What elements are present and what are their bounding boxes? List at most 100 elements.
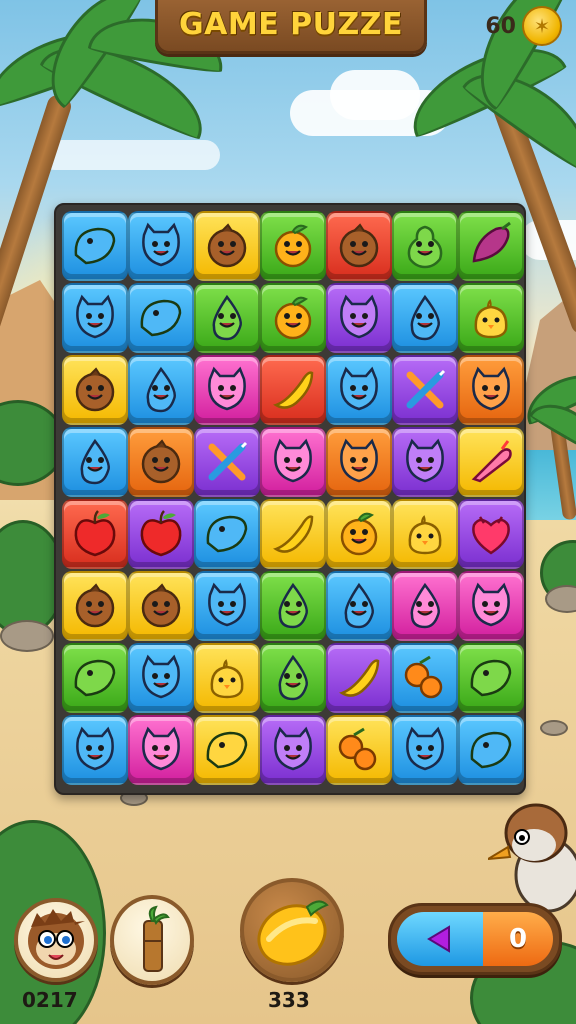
tile-drop[interactable] (260, 643, 326, 713)
tile-chick[interactable] (458, 283, 524, 353)
tile-coconut[interactable] (128, 571, 194, 641)
tile-cat[interactable] (326, 427, 392, 497)
tile-cat[interactable] (62, 283, 128, 353)
tile-cat[interactable] (194, 571, 260, 641)
tile-cat[interactable] (326, 355, 392, 425)
tile-drop[interactable] (128, 355, 194, 425)
tile-drop[interactable] (260, 571, 326, 641)
tile-leaf[interactable] (194, 499, 260, 569)
tile-fruitbranch[interactable] (326, 715, 392, 785)
cat-icon (340, 438, 378, 483)
tile-pear[interactable] (392, 211, 458, 281)
tile-drop[interactable] (392, 571, 458, 641)
tile-cat[interactable] (194, 355, 260, 425)
switch-value[interactable]: 0 (483, 912, 553, 966)
tile-cross[interactable] (392, 355, 458, 425)
game-board (54, 203, 526, 795)
cat-icon (142, 222, 180, 267)
direction-toggle[interactable]: 0 (388, 903, 562, 975)
tile-leaf[interactable] (458, 715, 524, 785)
cat-icon (340, 366, 378, 411)
tile-popsicle[interactable] (458, 427, 524, 497)
tile-cat[interactable] (326, 283, 392, 353)
banana-icon (273, 515, 314, 553)
cloud (330, 70, 420, 120)
tile-coconut[interactable] (128, 427, 194, 497)
drop-icon (344, 582, 374, 629)
tile-coconut[interactable] (62, 355, 128, 425)
tile-drop[interactable] (392, 283, 458, 353)
tile-drop[interactable] (326, 571, 392, 641)
tile-cat[interactable] (128, 211, 194, 281)
tile-leaf[interactable] (194, 715, 260, 785)
cat-icon (208, 366, 246, 411)
fruit-count: 333 (268, 988, 310, 1012)
leaf-icon (74, 227, 116, 265)
cat-icon (76, 294, 114, 339)
tile-eggplant[interactable] (458, 211, 524, 281)
tile-chick[interactable] (392, 499, 458, 569)
fruitbranch-icon (404, 655, 443, 699)
apple-icon (140, 510, 182, 557)
leaf-icon (74, 659, 116, 697)
tile-cat[interactable] (260, 427, 326, 497)
tile-coconut[interactable] (62, 571, 128, 641)
leaf-icon (206, 731, 248, 769)
cat-icon (406, 726, 444, 771)
player-avatar-button[interactable] (14, 898, 98, 982)
coconut-icon (339, 223, 379, 268)
bird-mascot-icon (488, 803, 576, 913)
tile-leaf[interactable] (62, 211, 128, 281)
coconut-icon (207, 223, 247, 268)
tile-orange[interactable] (260, 211, 326, 281)
orange-icon (340, 512, 378, 556)
tile-cat[interactable] (128, 715, 194, 785)
tile-banana[interactable] (326, 643, 392, 713)
eggplant-icon (472, 221, 511, 263)
drop-icon (212, 294, 242, 341)
tile-apple[interactable] (128, 499, 194, 569)
tile-cat[interactable] (62, 715, 128, 785)
banana-icon (273, 371, 314, 409)
tile-cross[interactable] (194, 427, 260, 497)
tile-drop[interactable] (62, 427, 128, 497)
tile-heart[interactable] (458, 499, 524, 569)
drop-icon (80, 438, 110, 485)
tile-apple[interactable] (62, 499, 128, 569)
tile-leaf[interactable] (458, 643, 524, 713)
tile-fruitbranch[interactable] (392, 643, 458, 713)
tile-cat[interactable] (458, 571, 524, 641)
cat-icon (340, 294, 378, 339)
left-switch-segment[interactable] (397, 912, 483, 966)
coconut-icon (75, 367, 115, 412)
orange-icon (274, 224, 312, 268)
tile-cat[interactable] (128, 643, 194, 713)
tile-banana[interactable] (260, 499, 326, 569)
tile-cat[interactable] (260, 715, 326, 785)
pear-icon (407, 225, 443, 269)
fruit-power-button[interactable] (240, 878, 344, 982)
coin-count: 60 (485, 13, 516, 39)
tile-cat[interactable] (392, 715, 458, 785)
tile-coconut[interactable] (326, 211, 392, 281)
tile-chick[interactable] (194, 643, 260, 713)
chick-icon (408, 515, 442, 555)
cat-icon (274, 438, 312, 483)
apple-icon (74, 510, 116, 557)
chick-icon (210, 659, 244, 699)
tile-cat[interactable] (392, 427, 458, 497)
cat-icon (208, 582, 246, 627)
tile-banana[interactable] (260, 355, 326, 425)
cross-icon (208, 441, 248, 481)
tile-cat[interactable] (458, 355, 524, 425)
tile-leaf[interactable] (128, 283, 194, 353)
tile-drop[interactable] (194, 283, 260, 353)
tile-leaf[interactable] (62, 643, 128, 713)
tile-grid (60, 209, 524, 785)
tile-orange[interactable] (260, 283, 326, 353)
tile-coconut[interactable] (194, 211, 260, 281)
coin-counter: 60 ✶ (485, 6, 562, 46)
booster-button[interactable] (110, 895, 194, 985)
cat-icon (274, 726, 312, 771)
tile-orange[interactable] (326, 499, 392, 569)
